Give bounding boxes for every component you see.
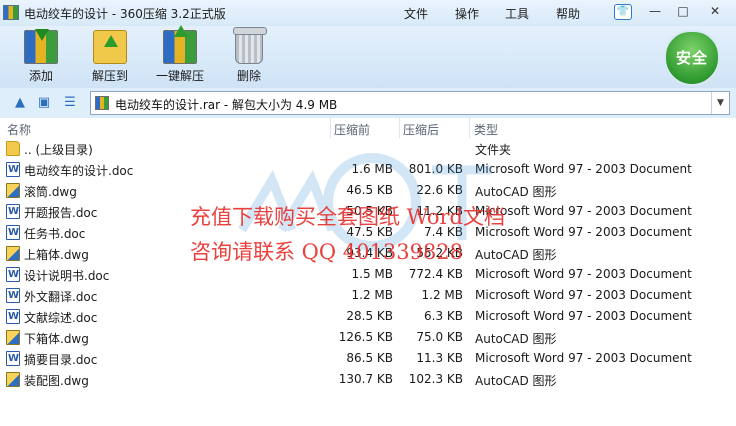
menu-file[interactable]: 文件 [404, 5, 428, 22]
address-text: 电动绞车的设计.rar - 解包大小为 4.9 MB [115, 98, 338, 112]
menu-help[interactable]: 帮助 [556, 5, 580, 22]
autocad-dwg-icon [6, 246, 20, 261]
file-type: AutoCAD 图形 [475, 332, 557, 346]
menu-operate[interactable]: 操作 [455, 5, 479, 22]
file-size-after: 6.3 KB [424, 309, 463, 323]
column-header-size-after[interactable]: 压缩后 [403, 121, 439, 138]
word-doc-icon [6, 204, 20, 219]
trash-bin-icon [233, 27, 267, 64]
file-size-before: 126.5 KB [338, 330, 393, 344]
toolbar: 添加 解压到 一键解压 删除 [0, 25, 736, 88]
file-type: Microsoft Word 97 - 2003 Document [475, 288, 692, 302]
file-type: Microsoft Word 97 - 2003 Document [475, 351, 692, 365]
navigation-bar: ▲ ▣ ☰ 电动绞车的设计.rar - 解包大小为 4.9 MB ▼ [0, 88, 736, 118]
autocad-dwg-icon [6, 372, 20, 387]
file-name: 滚筒.dwg [24, 185, 77, 199]
word-doc-icon [6, 225, 20, 240]
folder-icon [6, 141, 20, 156]
column-header-type[interactable]: 类型 [474, 121, 498, 138]
archive-icon [95, 96, 109, 110]
one-click-extract-icon [163, 25, 197, 64]
file-name: 文献综述.doc [24, 311, 98, 325]
menu-tools[interactable]: 工具 [505, 5, 529, 22]
delete-button[interactable]: 删除 [232, 27, 267, 84]
column-header-name[interactable]: 名称 [7, 121, 31, 138]
add-button[interactable]: 添加 [22, 29, 60, 84]
large-icons-view-icon[interactable]: ▣ [36, 95, 52, 111]
file-row[interactable]: 摘要目录.doc 86.5 KB 11.3 KB Microsoft Word 97 … [0, 348, 736, 369]
file-size-after: 11.3 KB [416, 351, 463, 365]
extract-folder-icon [93, 30, 127, 64]
file-size-after: 102.3 KB [408, 372, 463, 386]
file-size-after: 1.2 MB [421, 288, 463, 302]
file-name: 上箱体.dwg [24, 248, 89, 262]
add-label: 添加 [28, 69, 53, 83]
file-name: 下箱体.dwg [24, 332, 89, 346]
file-size-after: 75.0 KB [416, 330, 463, 344]
window-title: 电动绞车的设计 - 360压缩 3.2正式版 [24, 7, 226, 21]
word-doc-icon [6, 309, 20, 324]
column-divider[interactable] [469, 118, 470, 138]
watermark-line-2: 咨询请联系 QQ 401339828 [190, 240, 464, 264]
up-arrow-icon[interactable]: ▲ [12, 95, 28, 111]
minimize-button[interactable]: — [644, 3, 666, 21]
file-row[interactable]: 下箱体.dwg 126.5 KB 75.0 KB AutoCAD 图形 [0, 327, 736, 348]
word-doc-icon [6, 267, 20, 282]
word-doc-icon [6, 288, 20, 303]
add-archive-icon [24, 29, 58, 64]
file-name: 任务书.doc [24, 227, 86, 241]
column-header-size-before[interactable]: 压缩前 [334, 121, 370, 138]
column-divider[interactable] [330, 118, 331, 138]
file-name: 设计说明书.doc [24, 269, 110, 283]
word-doc-icon [6, 351, 20, 366]
watermark-line-1: 充值下载购买全套图纸 Word文档 [190, 205, 505, 229]
skin-shirt-icon[interactable]: 👕 [614, 4, 632, 20]
delete-label: 删除 [236, 69, 261, 83]
file-row[interactable]: 装配图.dwg 130.7 KB 102.3 KB AutoCAD 图形 [0, 369, 736, 390]
maximize-button[interactable]: □ [672, 3, 694, 21]
file-type: AutoCAD 图形 [475, 374, 557, 388]
file-name: .. (上级目录) [24, 143, 93, 157]
extract-to-label: 解压到 [91, 69, 128, 83]
file-row[interactable]: 文献综述.doc 28.5 KB 6.3 KB Microsoft Word 97 -… [0, 306, 736, 327]
word-doc-icon [6, 162, 20, 177]
file-size-before: 86.5 KB [346, 351, 393, 365]
one-click-extract-button[interactable]: 一键解压 [155, 25, 205, 84]
file-name: 外文翻译.doc [24, 290, 98, 304]
file-name: 装配图.dwg [24, 374, 89, 388]
details-view-icon[interactable]: ☰ [62, 95, 78, 111]
one-click-extract-label: 一键解压 [155, 69, 204, 83]
file-size-before: 28.5 KB [346, 309, 393, 323]
file-name: 摘要目录.doc [24, 353, 98, 367]
autocad-dwg-icon [6, 330, 20, 345]
close-button[interactable]: ✕ [704, 3, 726, 21]
app-rar-icon [3, 5, 19, 20]
file-row[interactable]: 外文翻译.doc 1.2 MB 1.2 MB Microsoft Word 97 - … [0, 285, 736, 306]
autocad-dwg-icon [6, 183, 20, 198]
address-bar[interactable]: 电动绞车的设计.rar - 解包大小为 4.9 MB ▼ [90, 91, 730, 115]
column-divider[interactable] [399, 118, 400, 138]
chevron-down-icon[interactable]: ▼ [711, 92, 729, 114]
file-name: 电动绞车的设计.doc [24, 164, 134, 178]
file-size-before: 1.2 MB [351, 288, 393, 302]
security-shield-badge[interactable]: 安全 [664, 30, 720, 86]
column-header-row: 名称 压缩前 压缩后 类型 [0, 118, 736, 138]
file-name: 开题报告.doc [24, 206, 98, 220]
file-size-before: 130.7 KB [338, 372, 393, 386]
file-type: Microsoft Word 97 - 2003 Document [475, 309, 692, 323]
extract-to-button[interactable]: 解压到 [90, 30, 130, 84]
title-bar: 电动绞车的设计 - 360压缩 3.2正式版 文件 操作 工具 帮助 👕 — □… [0, 0, 736, 26]
